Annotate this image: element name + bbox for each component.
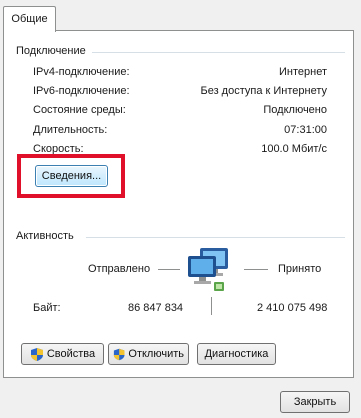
ipv6-value: Без доступа к Интернету	[200, 85, 327, 97]
details-button[interactable]: Сведения...	[35, 165, 108, 187]
activity-separator	[211, 297, 212, 315]
connection-group-title: Подключение	[16, 45, 90, 57]
duration-label: Длительность:	[33, 124, 108, 136]
activity-group-title: Активность	[16, 230, 78, 242]
bytes-received-value: 2 410 075 498	[257, 302, 328, 314]
media-state-value: Подключено	[263, 104, 327, 116]
properties-button[interactable]: Свойства	[21, 343, 104, 365]
properties-button-label: Свойства	[46, 348, 96, 360]
ipv4-label: IPv4-подключение:	[33, 66, 130, 78]
close-button[interactable]: Закрыть	[280, 391, 350, 413]
disable-button-label: Отключить	[128, 348, 184, 360]
ipv6-label: IPv6-подключение:	[33, 85, 130, 97]
duration-value: 07:31:00	[284, 124, 327, 136]
sent-label: Отправлено	[88, 263, 151, 275]
bytes-sent-value: 86 847 834	[128, 302, 184, 314]
sent-dash	[158, 269, 180, 270]
ipv4-value: Интернет	[279, 66, 327, 78]
speed-value: 100.0 Мбит/с	[261, 143, 327, 155]
uac-shield-icon	[30, 347, 43, 361]
uac-shield-icon	[113, 348, 125, 360]
network-activity-icon	[188, 248, 228, 291]
bytes-label: Байт:	[33, 302, 61, 314]
disable-button[interactable]: Отключить	[108, 343, 189, 365]
diagnose-button[interactable]: Диагностика	[197, 343, 276, 365]
received-label: Принято	[278, 263, 322, 275]
connection-group-divider	[92, 52, 345, 53]
general-panel	[3, 30, 354, 378]
received-dash	[244, 269, 268, 270]
tab-general[interactable]: Общие	[3, 6, 56, 32]
activity-group-divider	[86, 237, 345, 238]
media-state-label: Состояние среды:	[33, 104, 126, 116]
